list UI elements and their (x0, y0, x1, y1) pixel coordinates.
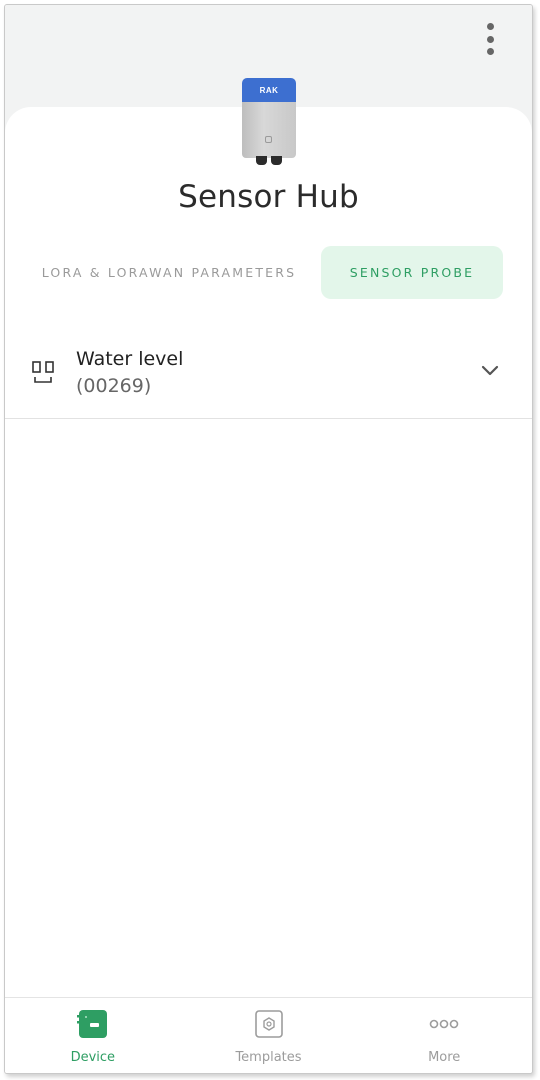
more-vertical-icon[interactable] (484, 23, 496, 55)
content-area (5, 419, 532, 999)
nav-templates[interactable]: Templates (181, 998, 357, 1073)
device-icon (76, 1010, 107, 1038)
nav-more[interactable]: More (356, 998, 532, 1073)
device-logo: RAK (259, 85, 279, 95)
bottom-nav: Device Templates More (5, 997, 532, 1073)
tab-lora-parameters[interactable]: LORA & LORAWAN PARAMETERS (31, 246, 307, 299)
tab-sensor-probe[interactable]: SENSOR PROBE (321, 246, 503, 299)
more-horizontal-icon (429, 1019, 459, 1029)
probe-row[interactable]: Water level (00269) (5, 336, 532, 419)
chevron-down-icon[interactable] (480, 364, 500, 378)
device-top: RAK (242, 78, 296, 102)
device-button (265, 136, 272, 143)
device-title: Sensor Hub (178, 179, 359, 215)
device-connector (256, 156, 267, 165)
app-screen: RAK Sensor Hub LORA & LORAWAN PARAMETERS… (4, 4, 533, 1074)
nav-templates-label: Templates (235, 1050, 302, 1065)
device-body (242, 102, 296, 158)
device-connector (271, 156, 282, 165)
water-level-probe-icon (32, 361, 54, 383)
probe-id: (00269) (76, 375, 152, 397)
templates-icon (254, 1010, 283, 1038)
nav-device-label: Device (70, 1050, 116, 1065)
nav-device[interactable]: Device (5, 998, 181, 1073)
probe-name: Water level (76, 348, 184, 370)
device-image: RAK (242, 78, 296, 166)
nav-more-label: More (428, 1050, 461, 1065)
